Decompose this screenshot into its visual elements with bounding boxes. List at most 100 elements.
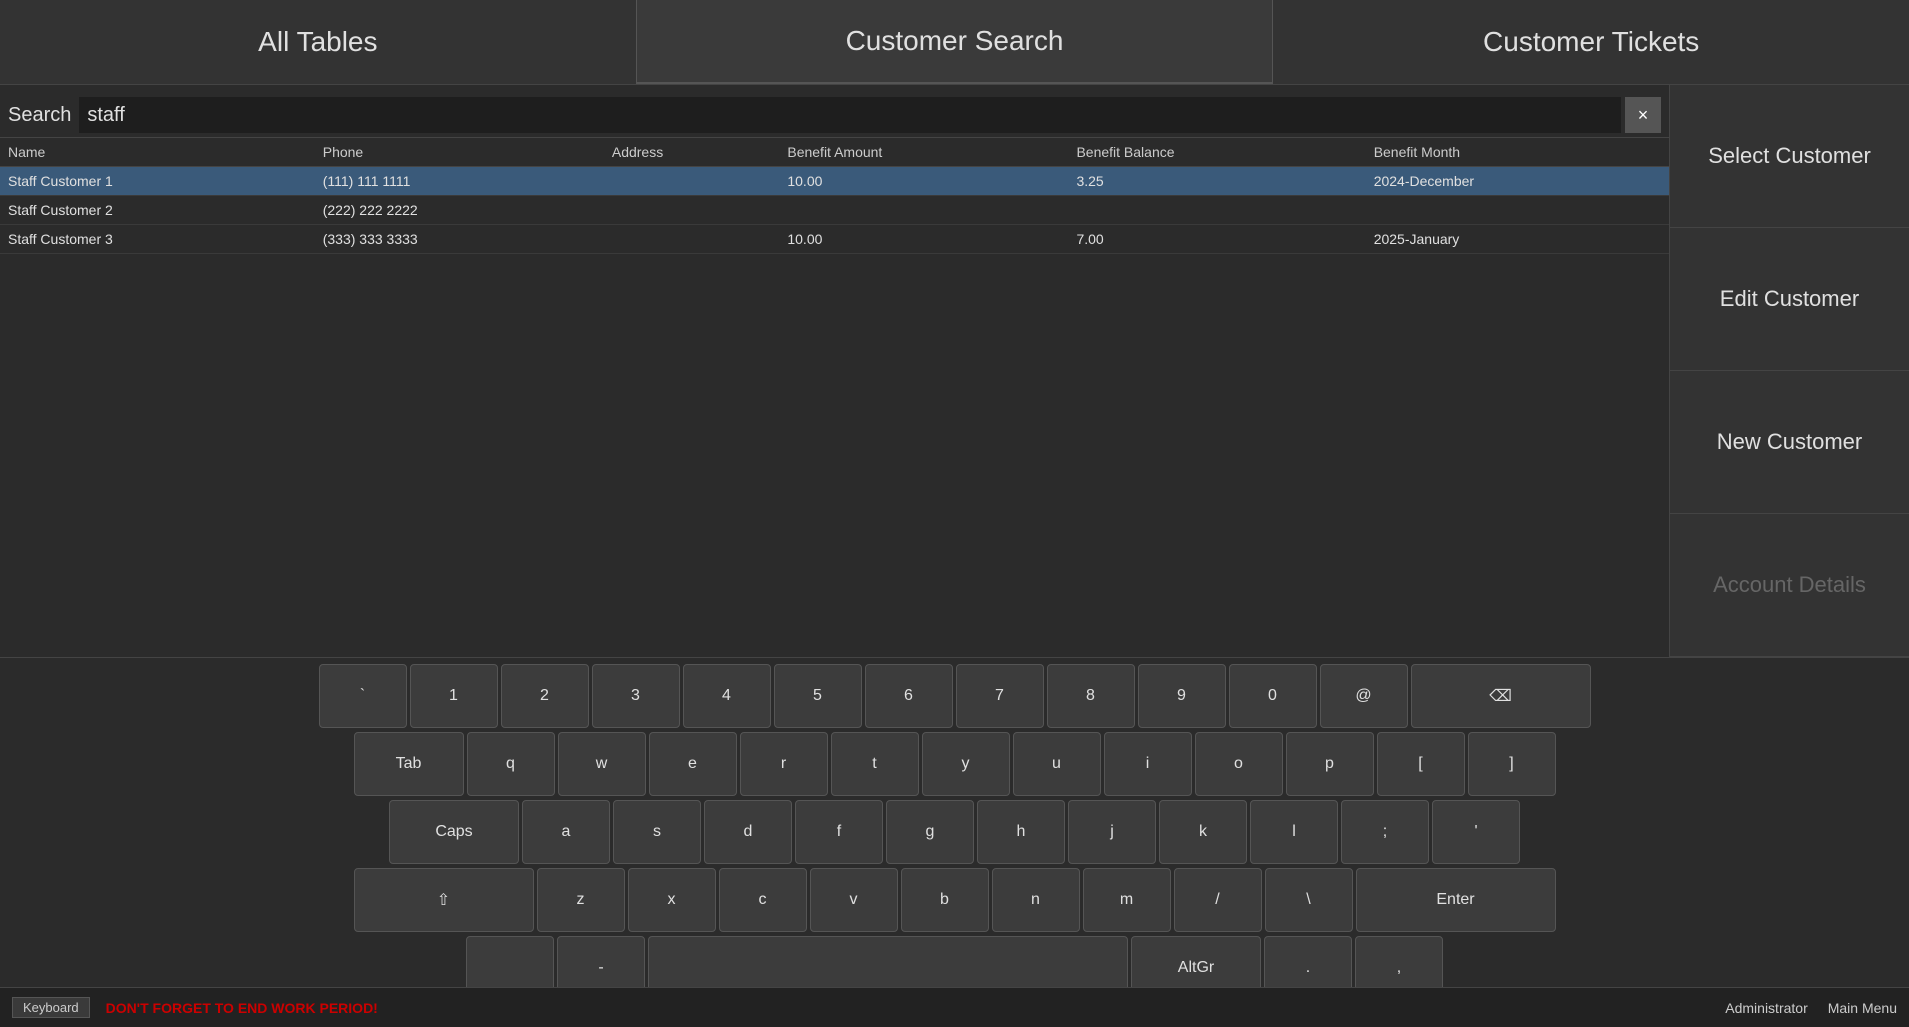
key-a[interactable]: a xyxy=(522,800,610,864)
key-backspace[interactable]: ⌫ xyxy=(1411,664,1591,728)
key-t[interactable]: t xyxy=(831,732,919,796)
key-r[interactable]: r xyxy=(740,732,828,796)
customer-table-container: Name Phone Address Benefit Amount Benefi… xyxy=(0,137,1669,657)
key-slash[interactable]: / xyxy=(1174,868,1262,932)
key-7[interactable]: 7 xyxy=(956,664,1044,728)
key-9[interactable]: 9 xyxy=(1138,664,1226,728)
table-row[interactable]: Staff Customer 2(222) 222 2222 xyxy=(0,196,1669,225)
key-backslash[interactable]: \ xyxy=(1265,868,1353,932)
key-n[interactable]: n xyxy=(992,868,1080,932)
key-z[interactable]: z xyxy=(537,868,625,932)
key-8[interactable]: 8 xyxy=(1047,664,1135,728)
cell-benefit_month: 2024-December xyxy=(1366,167,1669,196)
nav-tab-all-tables[interactable]: All Tables xyxy=(0,0,637,84)
key-e[interactable]: e xyxy=(649,732,737,796)
key-fn1[interactable] xyxy=(466,936,554,987)
key-j[interactable]: j xyxy=(1068,800,1156,864)
col-name: Name xyxy=(0,138,315,167)
cell-name: Staff Customer 2 xyxy=(0,196,315,225)
key-h[interactable]: h xyxy=(977,800,1065,864)
cell-phone: (111) 111 1111 xyxy=(315,167,604,196)
key-4[interactable]: 4 xyxy=(683,664,771,728)
key-enter[interactable]: Enter xyxy=(1356,868,1556,932)
key-q[interactable]: q xyxy=(467,732,555,796)
key-shift[interactable]: ⇧ xyxy=(354,868,534,932)
key-comma[interactable]: , xyxy=(1355,936,1443,987)
key-semicolon[interactable]: ; xyxy=(1341,800,1429,864)
key-altgr[interactable]: AltGr xyxy=(1131,936,1261,987)
sidebar-btn-new-customer[interactable]: New Customer xyxy=(1670,371,1909,514)
status-right: Administrator Main Menu xyxy=(1725,1000,1897,1016)
keyboard-row-1: Tabqwertyuiop[] xyxy=(4,732,1905,796)
key-s[interactable]: s xyxy=(613,800,701,864)
key-m[interactable]: m xyxy=(1083,868,1171,932)
key-v[interactable]: v xyxy=(810,868,898,932)
cell-phone: (222) 222 2222 xyxy=(315,196,604,225)
key-lbracket[interactable]: [ xyxy=(1377,732,1465,796)
keyboard-row-0: `1234567890@⌫ xyxy=(4,664,1905,728)
cell-address xyxy=(604,167,780,196)
cell-benefit_amount: 10.00 xyxy=(779,167,1068,196)
cell-address xyxy=(604,225,780,254)
status-bar: Keyboard DON'T FORGET TO END WORK PERIOD… xyxy=(0,987,1909,1027)
key-period[interactable]: . xyxy=(1264,936,1352,987)
key-caps[interactable]: Caps xyxy=(389,800,519,864)
cell-benefit_month xyxy=(1366,196,1669,225)
admin-label: Administrator xyxy=(1725,1000,1807,1016)
search-clear-button[interactable]: × xyxy=(1625,97,1661,133)
status-left: Keyboard DON'T FORGET TO END WORK PERIOD… xyxy=(12,997,378,1018)
key-5[interactable]: 5 xyxy=(774,664,862,728)
cell-benefit_amount xyxy=(779,196,1068,225)
key-tab[interactable]: Tab xyxy=(354,732,464,796)
table-header: Name Phone Address Benefit Amount Benefi… xyxy=(0,138,1669,167)
content-area: Search × Name Phone Address Benefit Amou… xyxy=(0,85,1669,657)
search-input[interactable] xyxy=(79,97,1621,133)
key-1[interactable]: 1 xyxy=(410,664,498,728)
key-space[interactable] xyxy=(648,936,1128,987)
key-f[interactable]: f xyxy=(795,800,883,864)
status-warning: DON'T FORGET TO END WORK PERIOD! xyxy=(106,1000,378,1016)
key-at[interactable]: @ xyxy=(1320,664,1408,728)
keyboard-area: `1234567890@⌫Tabqwertyuiop[]Capsasdfghjk… xyxy=(0,657,1909,987)
cell-name: Staff Customer 3 xyxy=(0,225,315,254)
col-phone: Phone xyxy=(315,138,604,167)
table-row[interactable]: Staff Customer 3(333) 333 333310.007.002… xyxy=(0,225,1669,254)
sidebar-btn-account-details: Account Details xyxy=(1670,514,1909,657)
search-label: Search xyxy=(8,104,71,127)
key-3[interactable]: 3 xyxy=(592,664,680,728)
key-u[interactable]: u xyxy=(1013,732,1101,796)
sidebar-btn-edit-customer[interactable]: Edit Customer xyxy=(1670,228,1909,371)
keyboard-row-3: ⇧zxcvbnm/\Enter xyxy=(4,868,1905,932)
sidebar-btn-select-customer[interactable]: Select Customer xyxy=(1670,85,1909,228)
cell-benefit_amount: 10.00 xyxy=(779,225,1068,254)
table-row[interactable]: Staff Customer 1(111) 111 111110.003.252… xyxy=(0,167,1669,196)
key-g[interactable]: g xyxy=(886,800,974,864)
key-6[interactable]: 6 xyxy=(865,664,953,728)
key-y[interactable]: y xyxy=(922,732,1010,796)
nav-tab-customer-tickets[interactable]: Customer Tickets xyxy=(1273,0,1909,84)
key-d[interactable]: d xyxy=(704,800,792,864)
key-o[interactable]: o xyxy=(1195,732,1283,796)
right-sidebar: Select CustomerEdit CustomerNew Customer… xyxy=(1669,85,1909,657)
cell-benefit_balance: 7.00 xyxy=(1068,225,1365,254)
key-p[interactable]: p xyxy=(1286,732,1374,796)
key-k[interactable]: k xyxy=(1159,800,1247,864)
key-b[interactable]: b xyxy=(901,868,989,932)
main-menu-label[interactable]: Main Menu xyxy=(1828,1000,1897,1016)
key-l[interactable]: l xyxy=(1250,800,1338,864)
key-quote[interactable]: ' xyxy=(1432,800,1520,864)
keyboard-toggle-button[interactable]: Keyboard xyxy=(12,997,90,1018)
cell-benefit_month: 2025-January xyxy=(1366,225,1669,254)
key-c[interactable]: c xyxy=(719,868,807,932)
key-i[interactable]: i xyxy=(1104,732,1192,796)
key-0[interactable]: 0 xyxy=(1229,664,1317,728)
key-w[interactable]: w xyxy=(558,732,646,796)
key-x[interactable]: x xyxy=(628,868,716,932)
customer-table-body: Staff Customer 1(111) 111 111110.003.252… xyxy=(0,167,1669,254)
key-minus[interactable]: - xyxy=(557,936,645,987)
key-backtick[interactable]: ` xyxy=(319,664,407,728)
key-rbracket[interactable]: ] xyxy=(1468,732,1556,796)
key-2[interactable]: 2 xyxy=(501,664,589,728)
nav-tab-customer-search[interactable]: Customer Search xyxy=(637,0,1274,84)
main-layout: Search × Name Phone Address Benefit Amou… xyxy=(0,85,1909,657)
